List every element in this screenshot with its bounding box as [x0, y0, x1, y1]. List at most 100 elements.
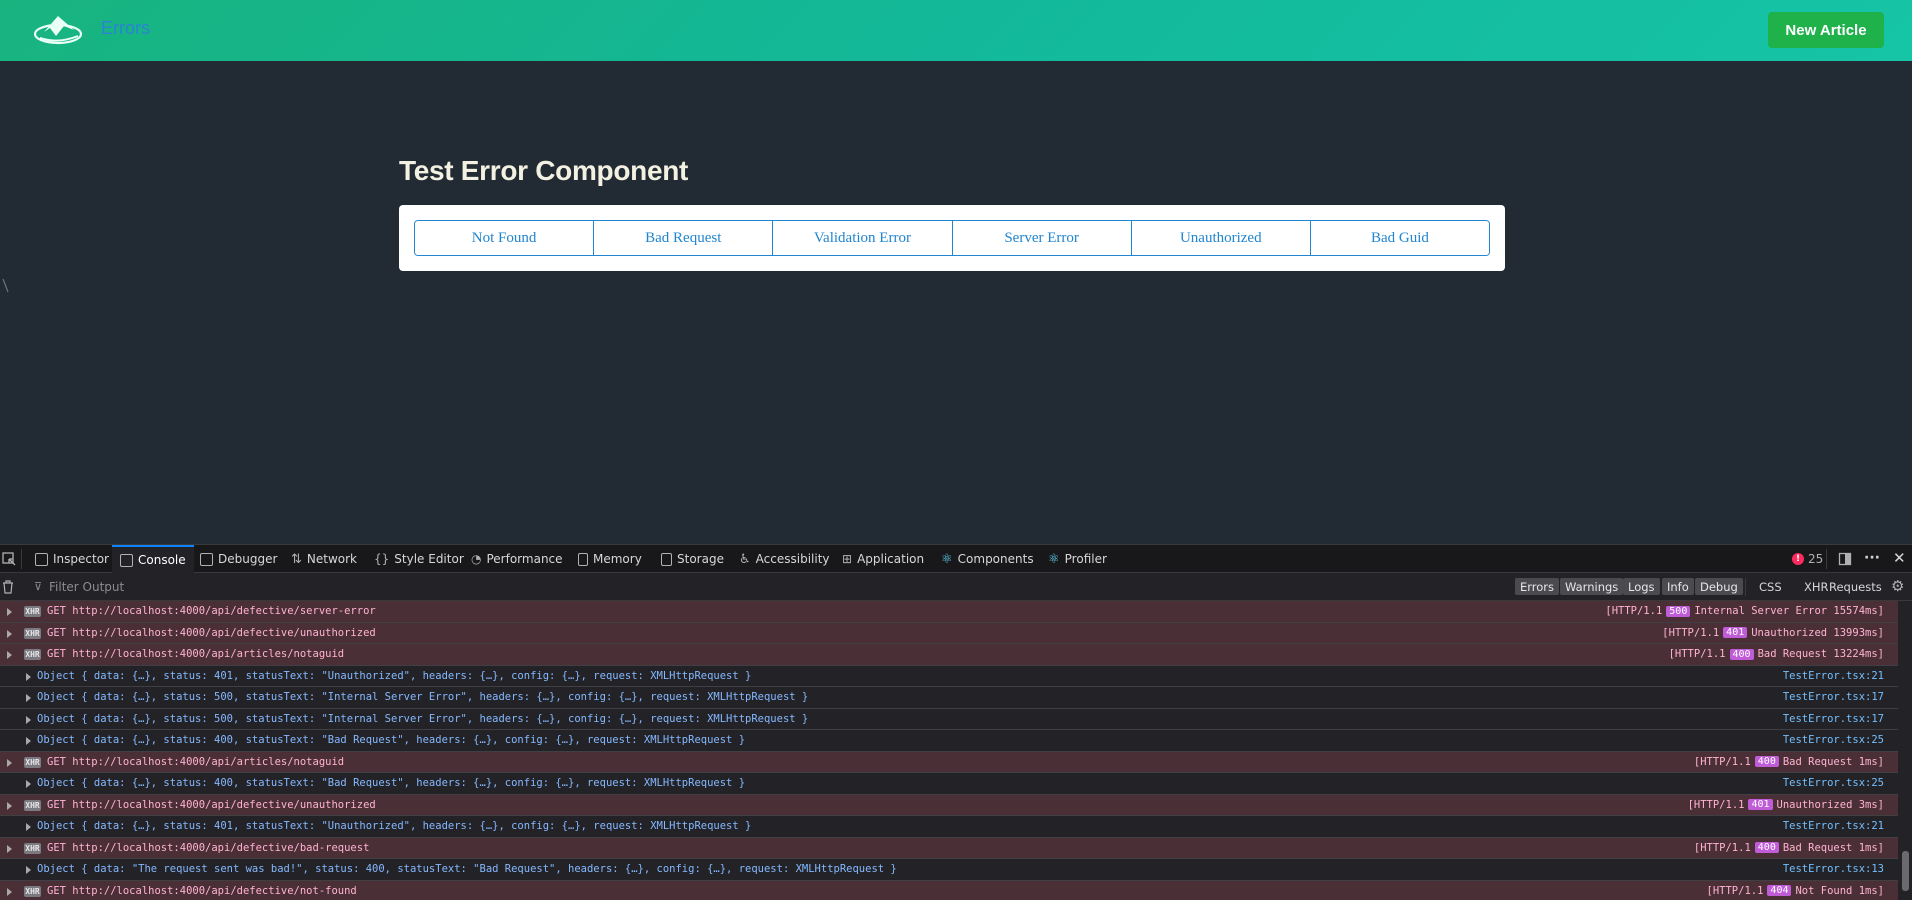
console-message: Object { data: {…}, status: 401, statusT… — [37, 669, 752, 682]
close-icon[interactable]: ✕ — [1893, 549, 1906, 567]
status-code-badge: 400 — [1754, 756, 1779, 768]
tab-inspector[interactable]: Inspector — [35, 545, 109, 573]
expand-arrow-icon[interactable] — [26, 780, 31, 788]
console-log-row[interactable]: Object { data: {…}, status: 400, statusT… — [0, 773, 1898, 795]
console-message: GET http://localhost:4000/api/defective/… — [47, 798, 376, 811]
filter-requests[interactable]: Requests — [1824, 578, 1887, 595]
console-log-row[interactable]: Object { data: {…}, status: 500, statusT… — [0, 708, 1898, 730]
bad-request-button[interactable]: Bad Request — [594, 221, 774, 255]
filter-debug[interactable]: Debug — [1695, 578, 1743, 595]
console-scrollbar[interactable] — [1898, 601, 1912, 900]
console-log-row[interactable]: Object { data: {…}, status: 400, statusT… — [0, 730, 1898, 752]
settings-gear-icon[interactable]: ⚙ — [1891, 577, 1904, 595]
new-article-button[interactable]: New Article — [1768, 12, 1884, 48]
console-message: Object { data: {…}, status: 500, statusT… — [37, 712, 809, 725]
tab-memory[interactable]: Memory — [578, 545, 642, 573]
filter-errors[interactable]: Errors — [1515, 578, 1560, 595]
application-icon: ⊞ — [842, 552, 853, 566]
filter-css[interactable]: CSS — [1754, 578, 1787, 595]
status-text: Bad Request 1ms] — [1782, 755, 1884, 768]
status-text: Unauthorized 13993ms] — [1751, 626, 1884, 639]
console-log-row[interactable]: Object { data: "The request sent was bad… — [0, 859, 1898, 881]
console-network-row[interactable]: XHR GET http://localhost:4000/api/article… — [0, 751, 1898, 773]
filter-info[interactable]: Info — [1662, 578, 1694, 595]
console-output: XHR GET http://localhost:4000/api/defecti… — [0, 601, 1898, 900]
expand-arrow-icon[interactable] — [26, 823, 31, 831]
console-log-row[interactable]: Object { data: {…}, status: 500, statusT… — [0, 687, 1898, 709]
trash-icon[interactable] — [2, 580, 14, 594]
toolbar-divider — [1826, 549, 1827, 569]
expand-arrow-icon[interactable] — [7, 608, 12, 616]
filter-input[interactable]: Filter Output — [49, 580, 124, 594]
source-link[interactable]: TestError.tsx:25 — [1783, 734, 1884, 746]
source-link[interactable]: TestError.tsx:13 — [1783, 863, 1884, 875]
expand-arrow-icon[interactable] — [26, 694, 31, 702]
status-code-badge: 500 — [1666, 605, 1691, 617]
cursor-mark-icon — [2, 278, 9, 293]
tab-label: Storage — [677, 552, 724, 566]
console-network-row[interactable]: XHR GET http://localhost:4000/api/defecti… — [0, 622, 1898, 644]
expand-arrow-icon[interactable] — [26, 866, 31, 874]
expand-arrow-icon[interactable] — [26, 737, 31, 745]
console-network-row[interactable]: XHR GET http://localhost:4000/api/defecti… — [0, 601, 1898, 623]
console-message: GET http://localhost:4000/api/defective/… — [47, 626, 376, 639]
server-error-button[interactable]: Server Error — [952, 221, 1132, 255]
console-network-row[interactable]: XHR GET http://localhost:4000/api/defecti… — [0, 880, 1898, 900]
source-link[interactable]: TestError.tsx:21 — [1783, 820, 1884, 832]
http-status: [HTTP/1.1 401 Unauthorized 3ms] — [1688, 799, 1884, 811]
expand-arrow-icon[interactable] — [7, 651, 12, 659]
more-options-icon[interactable]: ··· — [1864, 550, 1880, 566]
expand-arrow-icon[interactable] — [7, 629, 12, 638]
tab-performance[interactable]: ◔ Performance — [471, 545, 563, 573]
expand-arrow-icon[interactable] — [7, 887, 12, 896]
console-network-row[interactable]: XHR GET http://localhost:4000/api/defecti… — [0, 837, 1898, 859]
tab-profiler[interactable]: ⚛ Profiler — [1048, 545, 1107, 573]
devtools-toolbar: Inspector Console Debugger ⇅ Network {} … — [0, 544, 1912, 573]
error-button-group: Not Found Bad Request Validation Error S… — [414, 220, 1490, 256]
expand-arrow-icon[interactable] — [26, 715, 31, 724]
console-log-row[interactable]: Object { data: {…}, status: 401, statusT… — [0, 816, 1898, 838]
expand-arrow-icon[interactable] — [26, 672, 31, 681]
xhr-badge: XHR — [24, 885, 41, 897]
source-link[interactable]: TestError.tsx:21 — [1783, 670, 1884, 682]
unauthorized-button[interactable]: Unauthorized — [1131, 221, 1311, 255]
filter-warnings[interactable]: Warnings — [1560, 578, 1624, 595]
react-icon: ⚛ — [941, 551, 953, 567]
tab-storage[interactable]: Storage — [661, 545, 724, 573]
tab-components[interactable]: ⚛ Components — [941, 545, 1034, 573]
logo-icon[interactable] — [34, 12, 82, 46]
expand-arrow-icon[interactable] — [7, 801, 12, 810]
console-message: Object { data: {…}, status: 400, statusT… — [37, 777, 746, 790]
xhr-badge: XHR — [24, 606, 41, 617]
http-status: [HTTP/1.1 500 Internal Server Error 15574m… — [1605, 605, 1884, 617]
expand-arrow-icon[interactable] — [7, 844, 12, 853]
filter-logs[interactable]: Logs — [1623, 578, 1660, 595]
xhr-badge: XHR — [24, 756, 41, 768]
status-code-badge: 400 — [1754, 842, 1779, 854]
not-found-button[interactable]: Not Found — [415, 221, 595, 255]
source-link[interactable]: TestError.tsx:17 — [1783, 713, 1884, 725]
tab-style-editor[interactable]: {} Style Editor — [374, 545, 464, 573]
source-link[interactable]: TestError.tsx:25 — [1783, 777, 1884, 789]
console-log-row[interactable]: Object { data: {…}, status: 401, statusT… — [0, 665, 1898, 687]
tab-accessibility[interactable]: ♿ Accessibility — [739, 545, 830, 573]
expand-arrow-icon[interactable] — [7, 758, 12, 767]
tab-network[interactable]: ⇅ Network — [291, 545, 357, 573]
tab-label: Components — [957, 552, 1034, 566]
tab-console[interactable]: Console — [112, 545, 194, 573]
source-link[interactable]: TestError.tsx:17 — [1783, 691, 1884, 703]
validation-error-button[interactable]: Validation Error — [773, 221, 953, 255]
console-network-row[interactable]: XHR GET http://localhost:4000/api/article… — [0, 644, 1898, 666]
element-picker-icon[interactable] — [2, 552, 16, 566]
error-count-badge[interactable]: ! 25 — [1792, 545, 1823, 573]
status-code-badge: 404 — [1767, 885, 1792, 897]
nav-title-errors[interactable]: Errors — [101, 18, 150, 39]
scrollbar-thumb[interactable] — [1902, 851, 1909, 891]
tab-debugger[interactable]: Debugger — [200, 545, 277, 573]
tab-application[interactable]: ⊞ Application — [842, 545, 924, 573]
bad-guid-button[interactable]: Bad Guid — [1310, 221, 1489, 255]
dock-side-icon[interactable] — [1838, 552, 1852, 566]
console-network-row[interactable]: XHR GET http://localhost:4000/api/defecti… — [0, 794, 1898, 816]
status-code-badge: 400 — [1729, 648, 1754, 660]
performance-icon: ◔ — [471, 552, 482, 566]
